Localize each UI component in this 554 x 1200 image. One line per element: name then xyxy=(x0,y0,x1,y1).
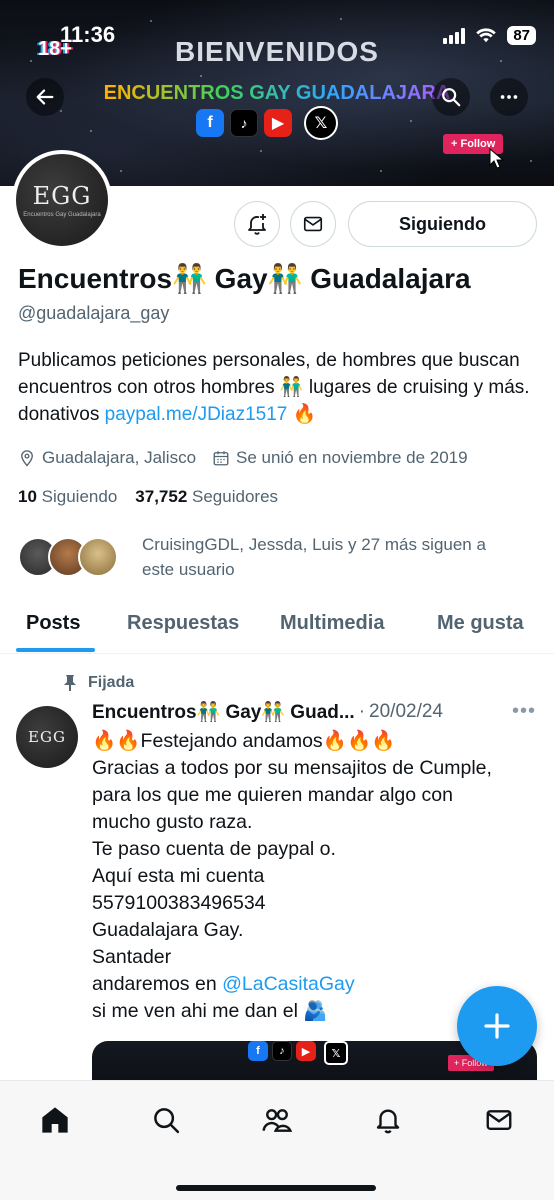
post-text: 🔥🔥Festejando andamos🔥🔥🔥 Gracias a todos … xyxy=(92,728,542,1025)
profile-avatar[interactable]: EGG Encuentros Gay Guadalajara xyxy=(12,150,112,250)
facebook-icon: f xyxy=(196,109,224,137)
post-header: Encuentros👬 Gay👬 Guad... · 20/02/24 xyxy=(92,700,443,724)
post-line: Aquí esta mi cuenta xyxy=(92,865,265,887)
post-date[interactable]: 20/02/24 xyxy=(369,701,443,723)
post-more-button[interactable]: ••• xyxy=(512,700,536,723)
more-icon xyxy=(500,95,518,99)
bio-end: 🔥 xyxy=(287,404,317,425)
nav-search[interactable] xyxy=(149,1103,183,1137)
envelope-icon xyxy=(303,216,323,232)
post-line: Gracias a todos por su mensajitos de Cum… xyxy=(92,757,492,779)
tab-likes[interactable]: Me gusta xyxy=(437,612,524,635)
profile-meta: Guadalajara, Jalisco Se unió en noviembr… xyxy=(18,448,468,468)
post-line: para los que me quieren mandar algo con xyxy=(92,784,453,806)
followers-count: 37,752 xyxy=(135,487,188,506)
mention-prefix: andaremos en xyxy=(92,973,223,995)
message-button[interactable] xyxy=(290,201,336,247)
home-indicator-bar xyxy=(176,1185,376,1191)
nav-communities[interactable] xyxy=(260,1103,294,1137)
back-arrow-icon xyxy=(36,89,54,105)
search-icon xyxy=(442,88,461,107)
post-line: Santader xyxy=(92,946,172,968)
profile-joined-date: Se unió en noviembre de 2019 xyxy=(236,448,468,467)
cellular-signal-icon xyxy=(443,27,466,44)
post-author-avatar[interactable]: EGG xyxy=(16,706,78,768)
bell-plus-icon xyxy=(248,214,266,235)
pinned-label: Fijada xyxy=(88,674,135,691)
youtube-icon: ▶ xyxy=(296,1041,316,1061)
tab-replies[interactable]: Respuestas xyxy=(127,612,239,635)
facebook-icon: f xyxy=(248,1041,268,1061)
following-count: 10 xyxy=(18,487,37,506)
battery-indicator: 87 xyxy=(507,26,536,45)
bottom-navigation xyxy=(0,1080,554,1200)
cursor-icon xyxy=(489,148,505,169)
profile-handle: @guadalajara_gay xyxy=(18,303,170,323)
follow-counts: 10 Siguiendo 37,752 Seguidores xyxy=(18,487,278,507)
banner-social-icons: f ♪ ▶ 𝕏 xyxy=(196,106,338,140)
post-line: Guadalajara Gay. xyxy=(92,919,244,941)
following-count-link[interactable]: 10 Siguiendo xyxy=(18,487,117,507)
notifications-subscribe-button[interactable] xyxy=(234,201,280,247)
post-separator: · xyxy=(358,701,366,722)
tab-media[interactable]: Multimedia xyxy=(280,612,384,635)
more-options-button[interactable] xyxy=(490,78,528,116)
youtube-icon: ▶ xyxy=(264,109,292,137)
media-social-icons: f ♪ ▶ 𝕏 xyxy=(248,1041,348,1065)
location-pin-icon xyxy=(21,450,33,467)
followers-you-know-text: CruisingGDL, Jessda, Luis y 27 más sigue… xyxy=(142,535,486,579)
status-icons: 87 xyxy=(443,26,536,45)
post-line: Te paso cuenta de paypal o. xyxy=(92,838,336,860)
followers-count-link[interactable]: 37,752 Seguidores xyxy=(135,487,278,507)
follower-avatar xyxy=(78,537,118,577)
profile-bio: Publicamos peticiones personales, de hom… xyxy=(18,347,538,428)
nav-home[interactable] xyxy=(38,1103,72,1137)
tiktok-icon: ♪ xyxy=(230,109,258,137)
post-line: 🔥🔥Festejando andamos🔥🔥🔥 xyxy=(92,730,396,752)
post-line: mucho gusto raza. xyxy=(92,811,253,833)
x-icon: 𝕏 xyxy=(324,1041,348,1065)
notifications-icon xyxy=(376,1109,400,1134)
post-mention-link[interactable]: @LaCasitaGay xyxy=(222,973,355,995)
post-line: 5579100383496534 xyxy=(92,892,266,914)
pin-icon xyxy=(64,675,76,691)
tiktok-icon: ♪ xyxy=(272,1041,292,1061)
communities-icon xyxy=(262,1109,293,1132)
avatar-logo-text: EGG xyxy=(28,728,66,746)
bio-link[interactable]: paypal.me/JDiaz1517 xyxy=(105,404,288,425)
profile-tabs: Posts Respuestas Multimedia Me gusta xyxy=(0,596,554,654)
nav-messages[interactable] xyxy=(482,1103,516,1137)
tab-posts[interactable]: Posts xyxy=(26,612,80,635)
post-author-name[interactable]: Encuentros👬 Gay👬 Guad... xyxy=(92,700,355,724)
calendar-icon xyxy=(213,451,229,466)
wifi-icon xyxy=(476,27,497,42)
avatar-logo-subtext: Encuentros Gay Guadalajara xyxy=(23,212,101,218)
following-button[interactable]: Siguiendo xyxy=(348,201,537,247)
followers-label: Seguidores xyxy=(192,487,279,506)
followers-you-know[interactable]: CruisingGDL, Jessda, Luis y 27 más sigue… xyxy=(18,532,522,582)
profile-display-name: Encuentros👬 Gay👬 Guadalajara xyxy=(18,263,471,294)
active-tab-indicator xyxy=(16,648,95,652)
plus-icon xyxy=(484,1013,510,1039)
search-icon xyxy=(154,1108,180,1134)
search-profile-button[interactable] xyxy=(432,78,470,116)
avatar-logo-text: EGG xyxy=(32,182,92,210)
messages-icon xyxy=(486,1110,512,1130)
nav-notifications[interactable] xyxy=(371,1103,405,1137)
compose-post-button[interactable] xyxy=(457,986,537,1066)
x-icon: 𝕏 xyxy=(304,106,338,140)
banner-subtitle: ENCUENTROS GAY GUADALAJARA xyxy=(0,82,554,105)
profile-location: Guadalajara, Jalisco xyxy=(42,448,197,467)
pinned-indicator: Fijada xyxy=(62,674,134,692)
back-button[interactable] xyxy=(26,78,64,116)
home-icon xyxy=(42,1107,68,1133)
following-label: Siguiendo xyxy=(41,487,118,506)
